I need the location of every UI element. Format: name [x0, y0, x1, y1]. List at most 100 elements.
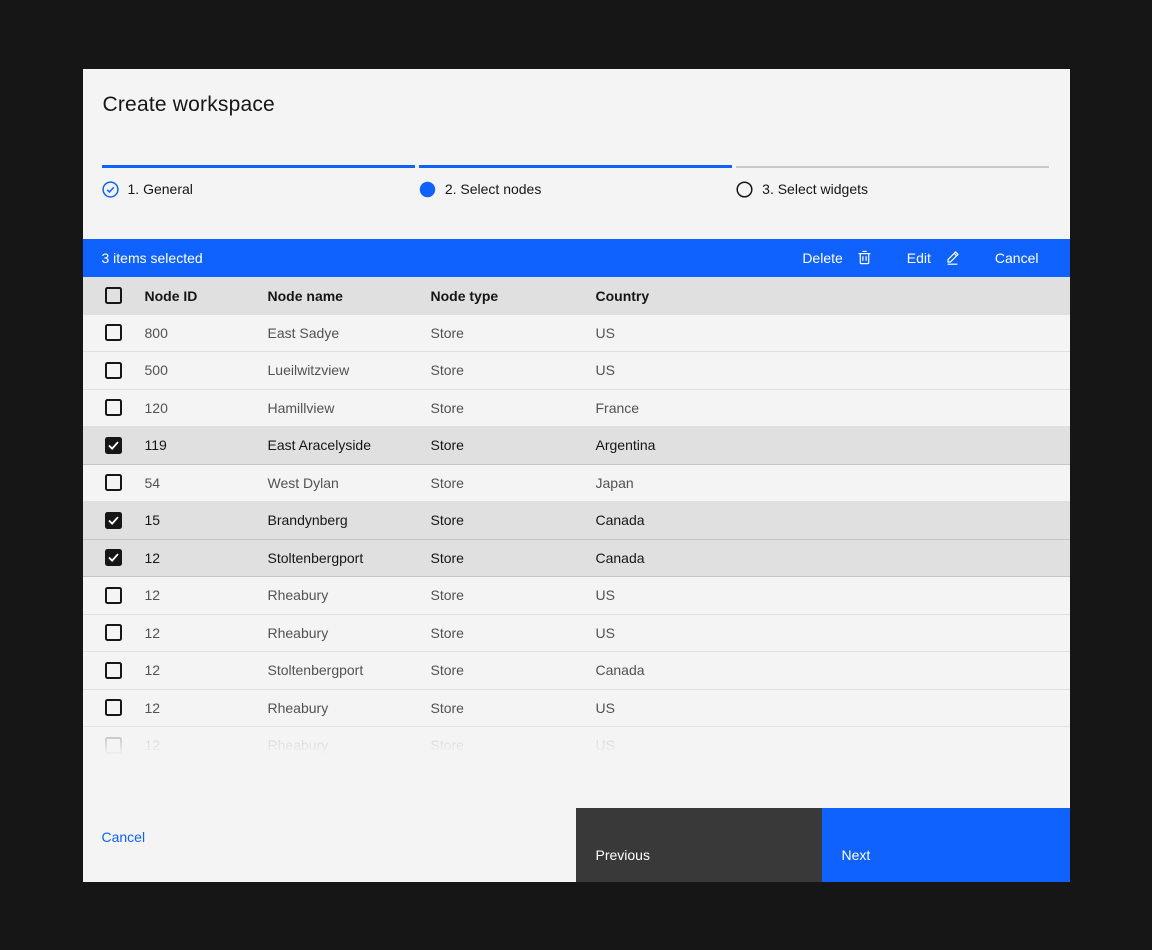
cell-node-type: Store	[431, 550, 596, 566]
cell-node-name: Rheabury	[268, 700, 431, 716]
cell-country: Japan	[596, 475, 1070, 491]
selection-count-label: 3 items selected	[83, 250, 203, 266]
cell-node-name: Stoltenbergport	[268, 550, 431, 566]
progress-step-select-widgets[interactable]: 3. Select widgets	[736, 165, 1049, 198]
cell-country: US	[596, 362, 1070, 378]
cell-node-type: Store	[431, 325, 596, 341]
cell-country: Canada	[596, 662, 1070, 678]
progress-step-label: 2. Select nodes	[445, 181, 542, 197]
cell-node-id: 12	[145, 550, 268, 566]
cell-node-name: West Dylan	[268, 475, 431, 491]
table-row[interactable]: 12 Rheabury Store US	[83, 727, 1070, 765]
cell-node-type: Store	[431, 625, 596, 641]
row-checkbox[interactable]	[105, 662, 122, 679]
batch-edit-label: Edit	[907, 250, 931, 266]
row-checkbox[interactable]	[105, 737, 122, 754]
cell-node-type: Store	[431, 437, 596, 453]
table-body: 800 East Sadye Store US 500 Lueilwitzvie…	[83, 315, 1070, 765]
cell-node-name: Rheabury	[268, 737, 431, 753]
table-row[interactable]: 12 Rheabury Store US	[83, 615, 1070, 653]
cell-country: Canada	[596, 512, 1070, 528]
modal-footer: Cancel Previous Next	[83, 808, 1070, 882]
cell-node-name: Hamillview	[268, 400, 431, 416]
column-header-node-type[interactable]: Node type	[431, 288, 596, 304]
cell-node-type: Store	[431, 737, 596, 753]
row-checkbox[interactable]	[105, 512, 122, 529]
row-checkbox[interactable]	[105, 474, 122, 491]
cell-node-name: Brandynberg	[268, 512, 431, 528]
cell-node-type: Store	[431, 700, 596, 716]
progress-step-select-nodes[interactable]: 2. Select nodes	[419, 165, 732, 198]
cell-country: US	[596, 325, 1070, 341]
cell-country: US	[596, 700, 1070, 716]
column-header-node-id[interactable]: Node ID	[145, 288, 268, 304]
row-checkbox[interactable]	[105, 624, 122, 641]
cell-node-name: Stoltenbergport	[268, 662, 431, 678]
cell-country: US	[596, 587, 1070, 603]
batch-edit-button[interactable]: Edit	[890, 239, 978, 277]
check-circle-icon	[102, 181, 119, 198]
cell-node-type: Store	[431, 475, 596, 491]
cell-node-id: 12	[145, 737, 268, 753]
progress-step-line	[736, 166, 1049, 168]
batch-cancel-label: Cancel	[995, 250, 1039, 266]
batch-delete-label: Delete	[802, 250, 842, 266]
progress-step-line	[419, 165, 732, 168]
row-checkbox[interactable]	[105, 362, 122, 379]
row-checkbox[interactable]	[105, 699, 122, 716]
table-row[interactable]: 119 East Aracelyside Store Argentina	[83, 427, 1070, 465]
cell-country: US	[596, 625, 1070, 641]
progress-step-label: 3. Select widgets	[762, 181, 868, 197]
table-row[interactable]: 54 West Dylan Store Japan	[83, 465, 1070, 503]
cell-node-id: 800	[145, 325, 268, 341]
table-row[interactable]: 12 Stoltenbergport Store Canada	[83, 540, 1070, 578]
row-checkbox[interactable]	[105, 324, 122, 341]
table-row[interactable]: 12 Stoltenbergport Store Canada	[83, 652, 1070, 690]
filled-circle-icon	[419, 181, 436, 198]
cell-node-name: East Aracelyside	[268, 437, 431, 453]
cell-node-type: Store	[431, 512, 596, 528]
cell-node-id: 12	[145, 662, 268, 678]
column-header-node-name[interactable]: Node name	[268, 288, 431, 304]
cell-node-type: Store	[431, 587, 596, 603]
batch-cancel-button[interactable]: Cancel	[978, 239, 1056, 277]
row-checkbox[interactable]	[105, 399, 122, 416]
cell-node-name: East Sadye	[268, 325, 431, 341]
cell-node-name: Rheabury	[268, 625, 431, 641]
cell-node-id: 120	[145, 400, 268, 416]
table-row[interactable]: 500 Lueilwitzview Store US	[83, 352, 1070, 390]
cancel-link[interactable]: Cancel	[102, 829, 146, 845]
cell-node-name: Rheabury	[268, 587, 431, 603]
cell-node-id: 119	[145, 437, 268, 453]
progress-step-general[interactable]: 1. General	[102, 165, 415, 198]
cell-country: Argentina	[596, 437, 1070, 453]
cell-node-id: 12	[145, 700, 268, 716]
table-row[interactable]: 12 Rheabury Store US	[83, 577, 1070, 615]
cell-country: Canada	[596, 550, 1070, 566]
cell-node-id: 12	[145, 625, 268, 641]
column-header-country[interactable]: Country	[596, 288, 1070, 304]
cell-country: US	[596, 737, 1070, 753]
cell-node-id: 500	[145, 362, 268, 378]
select-all-checkbox[interactable]	[105, 287, 122, 304]
cell-node-type: Store	[431, 662, 596, 678]
table-row[interactable]: 800 East Sadye Store US	[83, 315, 1070, 353]
table-row[interactable]: 15 Brandynberg Store Canada	[83, 502, 1070, 540]
row-checkbox[interactable]	[105, 437, 122, 454]
cell-node-id: 54	[145, 475, 268, 491]
cell-node-name: Lueilwitzview	[268, 362, 431, 378]
progress-indicator: 1. General 2. Select nodes 3. Select wid…	[102, 165, 1050, 198]
cell-node-id: 15	[145, 512, 268, 528]
batch-delete-button[interactable]: Delete	[785, 239, 889, 277]
next-button[interactable]: Next	[822, 808, 1070, 882]
cell-node-id: 12	[145, 587, 268, 603]
table-row[interactable]: 120 Hamillview Store France	[83, 390, 1070, 428]
table-row[interactable]: 12 Rheabury Store US	[83, 690, 1070, 728]
batch-action-bar: 3 items selected Delete Edit	[83, 239, 1070, 277]
row-checkbox[interactable]	[105, 587, 122, 604]
previous-button[interactable]: Previous	[576, 808, 822, 882]
row-checkbox[interactable]	[105, 549, 122, 566]
progress-step-line	[102, 165, 415, 168]
table-header-row: Node ID Node name Node type Country	[83, 277, 1070, 315]
empty-circle-icon	[736, 181, 753, 198]
